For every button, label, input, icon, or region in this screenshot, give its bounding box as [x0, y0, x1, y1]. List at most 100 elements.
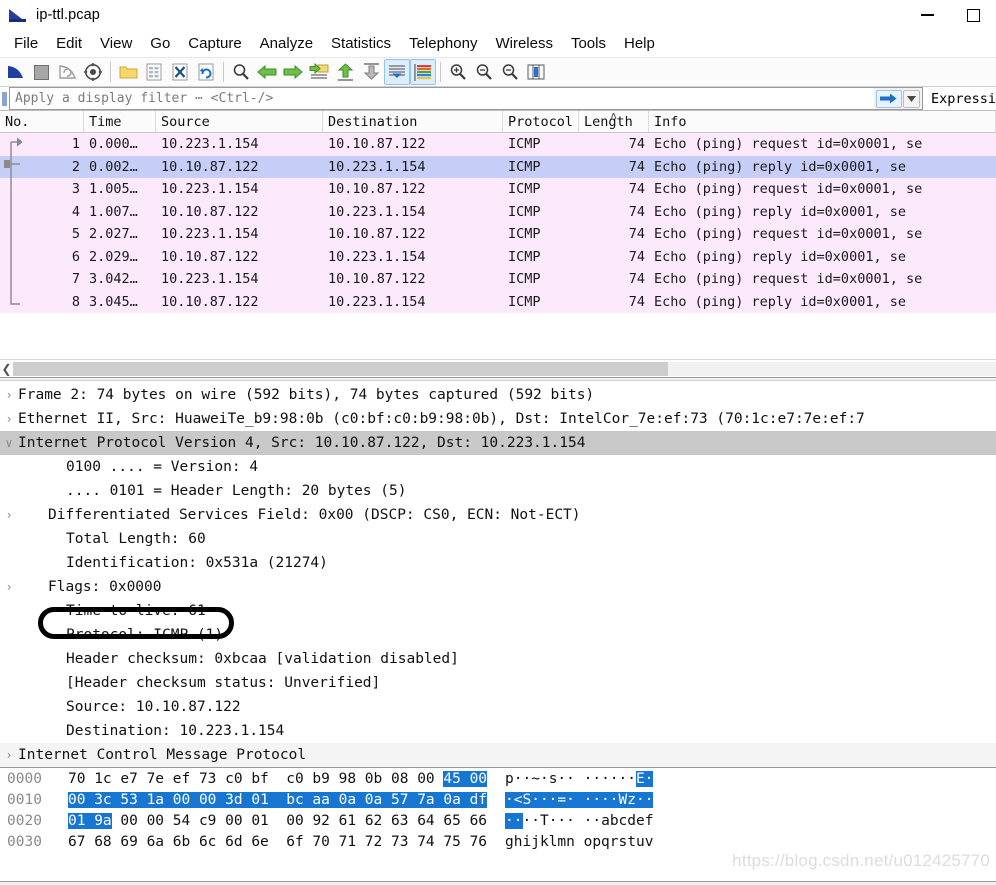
close-file-icon[interactable] — [167, 59, 193, 85]
packet-row[interactable]: 3 1.005… 10.223.1.154 10.10.87.122 ICMP 74 Ech… — [0, 178, 996, 201]
menu-item-capture[interactable]: Capture — [179, 33, 250, 54]
detail-tree-row[interactable]: Header checksum: 0xbcaa [validation disa… — [0, 647, 996, 671]
normal-size-icon[interactable] — [497, 59, 523, 85]
auto-scroll-icon[interactable] — [384, 59, 410, 85]
chevron-left-icon[interactable]: ❮ — [0, 360, 13, 378]
packet-cell-time: 0.000… — [89, 136, 138, 153]
column-header-info[interactable]: Info — [649, 111, 996, 132]
detail-tree-row[interactable]: › Flags: 0x0000 — [0, 575, 996, 599]
hex-dump-row[interactable]: 0000 70 1c e7 7e ef 73 c0 bf c0 b9 98 0b … — [0, 768, 996, 789]
hex-ascii-highlighted: ·· — [505, 812, 523, 829]
go-forward-icon[interactable] — [280, 59, 306, 85]
detail-tree-row[interactable]: Destination: 10.223.1.154 — [0, 719, 996, 743]
zoom-out-icon[interactable] — [471, 59, 497, 85]
filter-expression-button[interactable]: Expressi — [923, 87, 996, 110]
start-capture-icon[interactable] — [2, 59, 28, 85]
detail-tree-row[interactable]: [Header checksum status: Unverified] — [0, 671, 996, 695]
detail-tree-row[interactable]: Protocol: ICMP (1) — [0, 623, 996, 647]
packet-row[interactable]: 7 3.042… 10.223.1.154 10.10.87.122 ICMP 74 Ech… — [0, 268, 996, 291]
menu-item-telephony[interactable]: Telephony — [400, 33, 486, 54]
resize-columns-icon[interactable] — [523, 59, 549, 85]
hscrollbar-thumb[interactable] — [13, 361, 668, 376]
zoom-in-icon[interactable] — [445, 59, 471, 85]
reload-file-icon[interactable] — [193, 59, 219, 85]
column-header-no[interactable]: No. — [0, 111, 84, 132]
open-file-icon[interactable] — [115, 59, 141, 85]
save-file-icon[interactable] — [141, 59, 167, 85]
capture-options-icon[interactable] — [80, 59, 106, 85]
go-back-icon[interactable] — [254, 59, 280, 85]
menu-item-help[interactable]: Help — [615, 33, 664, 54]
packet-cell-protocol: ICMP — [508, 293, 541, 310]
detail-tree-row[interactable]: Source: 10.10.87.122 — [0, 695, 996, 719]
hex-dump-row[interactable]: 0020 01 9a 00 00 54 c9 00 01 00 92 61 62 … — [0, 810, 996, 831]
packet-cell-info: Echo (ping) request id=0x0001, se — [654, 271, 923, 288]
detail-tree-row[interactable]: › Ethernet II, Src: HuaweiTe_b9:98:0b (c0… — [0, 407, 996, 431]
packet-row[interactable]: 2 0.002… 10.10.87.122 10.223.1.154 ICMP 74 Ech… — [0, 155, 996, 178]
detail-tree-row[interactable]: Total Length: 60 — [0, 527, 996, 551]
menu-item-statistics[interactable]: Statistics — [322, 33, 400, 54]
detail-tree-row[interactable]: Identification: 0x531a (21274) — [0, 551, 996, 575]
detail-tree-row[interactable]: › Frame 2: 74 bytes on wire (592 bits), 7… — [0, 383, 996, 407]
packet-cell-info: Echo (ping) reply id=0x0001, se — [654, 203, 906, 220]
chevron-right-icon[interactable]: › — [0, 508, 18, 522]
chevron-down-icon[interactable] — [902, 89, 920, 108]
hex-dump-row[interactable]: 0030 67 68 69 6a 6b 6c 6d 6e 6f 70 71 72 … — [0, 831, 996, 852]
filter-bookmark-icon[interactable] — [0, 87, 9, 110]
packet-list-hscrollbar[interactable]: ❮ — [0, 359, 996, 377]
detail-tree-row[interactable]: ∨ Internet Protocol Version 4, Src: 10.10… — [0, 431, 996, 455]
packet-row[interactable]: 5 2.027… 10.223.1.154 10.10.87.122 ICMP 74 Ech… — [0, 223, 996, 246]
stop-capture-icon[interactable] — [28, 59, 54, 85]
go-to-last-packet-icon[interactable] — [358, 59, 384, 85]
detail-tree-label: Header checksum: 0xbcaa [validation disa… — [66, 651, 459, 667]
packet-details-pane: › Frame 2: 74 bytes on wire (592 bits), 7… — [0, 381, 996, 767]
detail-tree-row[interactable]: .... 0101 = Header Length: 20 bytes (5) — [0, 479, 996, 503]
chevron-down-icon[interactable]: ∨ — [0, 436, 18, 450]
packet-row[interactable]: 4 1.007… 10.10.87.122 10.223.1.154 ICMP 74 Ech… — [0, 200, 996, 223]
maximize-icon[interactable] — [950, 0, 996, 30]
find-packet-icon[interactable] — [228, 59, 254, 85]
watermark-text: https://blog.csdn.net/u012425770 — [732, 851, 990, 870]
hscrollbar-track[interactable] — [13, 361, 996, 376]
packet-row[interactable]: 8 3.045… 10.10.87.122 10.223.1.154 ICMP 74 Ech… — [0, 290, 996, 313]
filter-input-wrapper[interactable]: Apply a display filter ⋯ <Ctrl-/> — [9, 87, 874, 110]
packet-cell-info: Echo (ping) request id=0x0001, se — [654, 181, 923, 198]
colorize-packets-icon[interactable] — [410, 59, 436, 85]
column-header-source[interactable]: Source — [156, 111, 323, 132]
menu-item-wireless[interactable]: Wireless — [486, 33, 562, 54]
menu-item-edit[interactable]: Edit — [47, 33, 91, 54]
detail-tree-label: Destination: 10.223.1.154 — [66, 723, 285, 739]
packet-row[interactable]: 6 2.029… 10.10.87.122 10.223.1.154 ICMP 74 Ech… — [0, 245, 996, 268]
restart-capture-icon[interactable] — [54, 59, 80, 85]
chevron-right-icon[interactable]: › — [0, 388, 18, 402]
detail-tree-row[interactable]: 0100 .... = Version: 4 — [0, 455, 996, 479]
column-header-length[interactable]: Length ʌ — [579, 111, 649, 132]
chevron-right-icon[interactable]: › — [0, 748, 18, 762]
hex-offset: 0030 — [7, 833, 42, 850]
chevron-right-icon[interactable]: › — [0, 580, 18, 594]
chevron-right-icon[interactable]: › — [0, 412, 18, 426]
go-to-first-packet-icon[interactable] — [332, 59, 358, 85]
menu-item-go[interactable]: Go — [141, 33, 179, 54]
column-header-protocol[interactable]: Protocol — [503, 111, 579, 132]
detail-tree-row[interactable]: › Differentiated Services Field: 0x00 (DS… — [0, 503, 996, 527]
menu-item-tools[interactable]: Tools — [562, 33, 615, 54]
related-packets-indicator-icon — [4, 137, 22, 305]
packet-cell-protocol: ICMP — [508, 248, 541, 265]
arrow-right-icon[interactable] — [875, 89, 902, 108]
packet-row[interactable]: 1 0.000… 10.223.1.154 10.10.87.122 ICMP 74 Ech… — [0, 133, 996, 156]
hex-bytes-plain: 70 1c e7 7e ef 73 c0 bf c0 b9 98 0b 08 0… — [68, 770, 444, 787]
hex-dump-row[interactable]: 0010 00 3c 53 1a 00 00 3d 01 bc aa 0a 0a … — [0, 789, 996, 810]
detail-tree-row[interactable]: Time to live: 61 — [0, 599, 996, 623]
column-header-time[interactable]: Time — [84, 111, 156, 132]
packet-cell-protocol: ICMP — [508, 136, 541, 153]
sort-ascending-icon: ʌ — [610, 111, 617, 122]
menu-item-view[interactable]: View — [91, 33, 141, 54]
menu-item-file[interactable]: File — [5, 33, 47, 54]
detail-tree-row[interactable]: › Internet Control Message Protocol — [0, 743, 996, 767]
menu-item-analyze[interactable]: Analyze — [251, 33, 322, 54]
minimize-icon[interactable] — [904, 0, 950, 30]
column-header-destination[interactable]: Destination — [323, 111, 503, 132]
detail-tree-label: Total Length: 60 — [66, 531, 206, 547]
go-to-packet-icon[interactable] — [306, 59, 332, 85]
